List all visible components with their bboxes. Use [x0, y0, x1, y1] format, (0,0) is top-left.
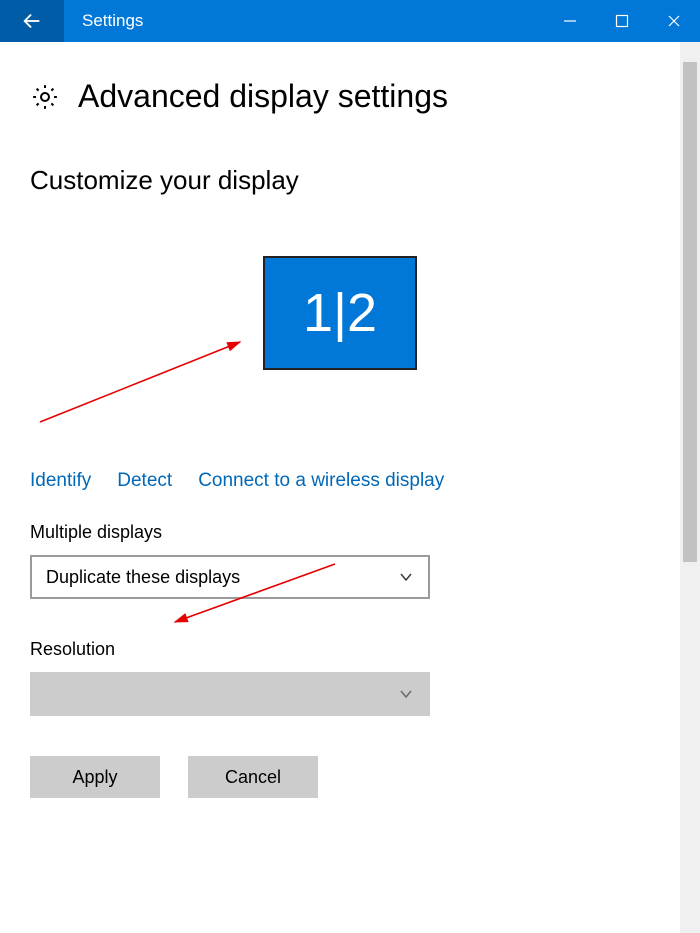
cancel-button[interactable]: Cancel: [188, 756, 318, 798]
display-preview-label: 1|2: [303, 282, 377, 344]
detect-link[interactable]: Detect: [117, 470, 172, 492]
content-area: Advanced display settings Customize your…: [0, 42, 680, 933]
window-title: Settings: [64, 0, 143, 42]
scrollbar-thumb[interactable]: [683, 62, 697, 562]
apply-button[interactable]: Apply: [30, 756, 160, 798]
wireless-display-link[interactable]: Connect to a wireless display: [198, 470, 444, 492]
identify-link[interactable]: Identify: [30, 470, 91, 492]
maximize-icon: [615, 14, 629, 28]
display-preview[interactable]: 1|2: [263, 256, 417, 370]
chevron-down-icon: [398, 569, 414, 585]
back-button[interactable]: [0, 0, 64, 42]
resolution-dropdown[interactable]: [30, 672, 430, 716]
chevron-down-icon: [398, 686, 414, 702]
page-title: Advanced display settings: [78, 78, 448, 115]
multiple-displays-label: Multiple displays: [30, 522, 650, 543]
gear-icon: [30, 82, 60, 112]
maximize-button[interactable]: [596, 0, 648, 42]
resolution-label: Resolution: [30, 639, 650, 660]
section-title: Customize your display: [30, 165, 650, 196]
vertical-scrollbar[interactable]: [680, 42, 700, 933]
arrow-left-icon: [21, 10, 43, 32]
minimize-icon: [563, 14, 577, 28]
multiple-displays-value: Duplicate these displays: [46, 567, 240, 588]
minimize-button[interactable]: [544, 0, 596, 42]
multiple-displays-dropdown[interactable]: Duplicate these displays: [30, 555, 430, 599]
close-button[interactable]: [648, 0, 700, 42]
close-icon: [667, 14, 681, 28]
title-bar: Settings: [0, 0, 700, 42]
